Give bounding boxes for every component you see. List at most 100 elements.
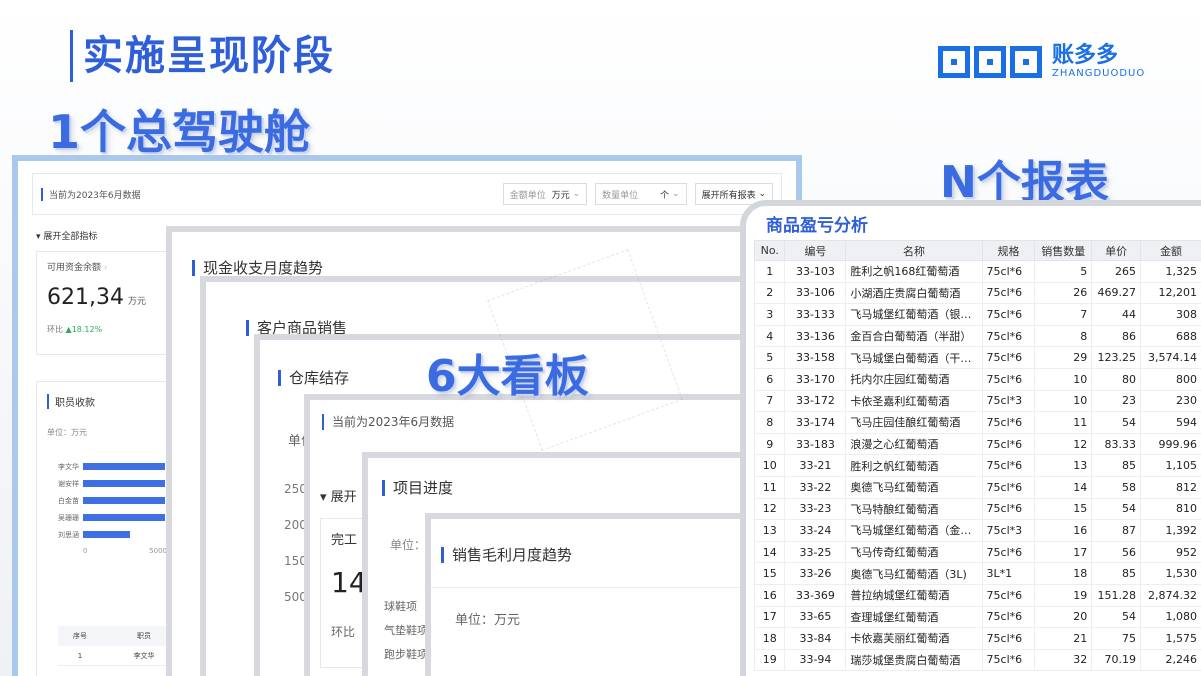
table-cell: 飞马城堡白葡萄酒（干… xyxy=(845,346,983,369)
table-row[interactable]: 19 33-94 瑞莎城堡贵腐白葡萄酒 75cl*6 32 70.19 2,246 xyxy=(753,648,1201,672)
table-cell: 33-21 xyxy=(784,454,847,477)
table-cell: 33-25 xyxy=(784,540,847,564)
table-row[interactable]: 3 33-133 飞马城堡红葡萄酒（银… 75cl*6 7 44 308 xyxy=(753,303,1201,326)
table-row[interactable]: 7 33-172 卡依圣嘉利红葡萄酒 75cl*3 10 23 230 xyxy=(753,389,1201,413)
table-cell: 金百合白葡萄酒（半甜） xyxy=(845,324,983,348)
table-cell: 33-133 xyxy=(784,303,847,326)
table-row[interactable]: 10 33-21 胜利之帆红葡萄酒 75cl*6 13 85 1,105 xyxy=(753,454,1201,477)
table-row[interactable]: 6 33-170 托内尔庄园红葡萄酒 75cl*6 10 80 800 xyxy=(753,367,1201,391)
table-cell: 查理城堡红葡萄酒 xyxy=(845,605,983,629)
board-title: 销售毛利月度趋势 xyxy=(441,547,572,563)
table-cell: 5 xyxy=(1034,260,1093,283)
table-cell: 87 xyxy=(1091,519,1141,542)
employee-receipts-unit: 单位：万元 xyxy=(47,428,87,437)
bar[interactable] xyxy=(83,514,165,521)
table-row[interactable]: 8 33-174 飞马庄园佳酿红葡萄酒 75cl*6 11 54 594 xyxy=(753,411,1201,434)
table-cell: 2,246 xyxy=(1140,648,1201,672)
table-cell: 151.28 xyxy=(1091,583,1141,607)
column-header[interactable]: No. xyxy=(753,240,786,261)
table-cell: 奥德飞马红葡萄酒 xyxy=(845,475,983,499)
table-row[interactable]: 4 33-136 金百合白葡萄酒（半甜） 75cl*6 8 86 688 xyxy=(753,324,1201,348)
column-header[interactable]: 销售数量 xyxy=(1034,240,1093,261)
table-row[interactable]: 15 33-26 奥德飞马红葡萄酒（3L) 3L*1 18 85 1,530 xyxy=(753,562,1201,585)
table-cell: 75cl*6 xyxy=(981,454,1036,477)
bar[interactable] xyxy=(83,463,165,470)
table-cell: 594 xyxy=(1140,411,1201,434)
fund-balance-card[interactable]: 可用资金余额 › 621,34 万元 环比 ▲18.12% xyxy=(36,251,186,355)
table-cell: 9 xyxy=(753,432,786,456)
column-header[interactable]: 名称 xyxy=(845,240,983,261)
cockpit-label: 1个总驾驶舱 xyxy=(48,105,311,159)
column-header[interactable]: 单价 xyxy=(1091,240,1141,261)
expand-toggle[interactable]: ▾ 展开 xyxy=(320,486,357,505)
slide-title: 实施呈现阶段 xyxy=(70,30,335,82)
table-row[interactable]: 18 33-84 卡依嘉芙丽红葡萄酒 75cl*6 21 75 1,575 xyxy=(753,627,1201,650)
bar[interactable] xyxy=(83,497,165,504)
table-row[interactable]: 1 33-103 胜利之帆168红葡萄酒 75cl*6 5 265 1,325 xyxy=(753,260,1201,283)
table-row[interactable]: 9 33-183 浪漫之心红葡萄酒 75cl*6 12 83.33 999.96 xyxy=(753,432,1201,456)
employee-bar-chart: 李文华 谢安祥 白金苗 吴珊珊 刘思涵 xyxy=(47,460,175,541)
table-cell: 29 xyxy=(1034,346,1093,369)
table-cell: 8 xyxy=(753,411,786,434)
table-row[interactable]: 14 33-25 飞马传奇红葡萄酒 75cl*6 17 56 952 xyxy=(753,540,1201,564)
table-cell: 瑞莎城堡贵腐白葡萄酒 xyxy=(845,648,983,672)
column-header[interactable]: 编号 xyxy=(784,240,847,261)
table-cell: 1,530 xyxy=(1140,562,1201,585)
column-header[interactable]: 规格 xyxy=(981,240,1036,261)
table-row[interactable]: 2 33-106 小湖酒庄贵腐白葡萄酒 75cl*6 26 469.27 12,201 xyxy=(753,281,1201,305)
table-cell: 469.27 xyxy=(1091,281,1141,305)
table-cell: 23 xyxy=(1091,389,1141,413)
table-cell: 10 xyxy=(753,454,786,477)
bar-label: 白金苗 xyxy=(58,496,79,505)
table-cell: 1,080 xyxy=(1140,605,1201,629)
table-cell: 33-84 xyxy=(784,627,847,650)
table-cell: 10 xyxy=(1034,389,1093,413)
table-cell: 33-174 xyxy=(784,411,847,434)
table-cell: 11 xyxy=(753,475,786,499)
report-panel: 商品盈亏分析 No. 编号 名称 规格 销售数量 单价 金额 1 33-103 胜利之帆168红… xyxy=(740,200,1201,676)
table-row[interactable]: 13 33-24 飞马城堡红葡萄酒（金… 75cl*3 16 87 1,392 xyxy=(753,519,1201,542)
table-cell: 13 xyxy=(753,519,786,542)
fund-balance-value: 621,34 xyxy=(47,285,124,310)
bar-label: 刘思涵 xyxy=(58,530,79,539)
table-row[interactable]: 5 33-158 飞马城堡白葡萄酒（干… 75cl*6 29 123.25 3,574.14 xyxy=(753,346,1201,369)
table-cell: 33-369 xyxy=(784,583,847,607)
table-cell: 32 xyxy=(1034,648,1093,672)
table-cell: 托内尔庄园红葡萄酒 xyxy=(845,367,983,391)
board-title: 项目进度 xyxy=(382,480,453,496)
table-cell: 飞马传奇红葡萄酒 xyxy=(845,540,983,564)
table-row[interactable]: 16 33-369 普拉纳城堡红葡萄酒 75cl*6 19 151.28 2,874.32 xyxy=(753,583,1201,607)
chevron-right-icon: › xyxy=(101,263,108,273)
amount-unit-select[interactable]: 金额单位 万元 ⌄ xyxy=(502,183,588,205)
table-cell: 6 xyxy=(753,367,786,391)
bar-label: 谢安祥 xyxy=(58,479,79,488)
bar-label: 吴珊珊 xyxy=(58,513,79,522)
table-cell: 33-106 xyxy=(784,281,847,305)
boards-label: 6大看板 xyxy=(426,351,589,402)
employee-receipts-title: 职员收款 xyxy=(47,394,175,409)
table-cell: 83.33 xyxy=(1091,432,1141,456)
brand-logo: 账多多 ZHANGDUODUO xyxy=(938,44,1145,79)
table-row[interactable]: 11 33-22 奥德飞马红葡萄酒 75cl*6 14 58 812 xyxy=(753,475,1201,499)
table-cell: 75cl*6 xyxy=(981,648,1036,672)
bar[interactable] xyxy=(83,480,165,487)
table-cell: 80 xyxy=(1091,367,1141,391)
table-cell: 11 xyxy=(1034,411,1093,434)
table-cell: 810 xyxy=(1140,497,1201,521)
expand-metrics-toggle[interactable]: ▾ 展开全部指标 xyxy=(36,229,97,242)
table-row[interactable]: 17 33-65 查理城堡红葡萄酒 75cl*6 20 54 1,080 xyxy=(753,605,1201,629)
table-cell: 胜利之帆168红葡萄酒 xyxy=(845,260,983,283)
table-row[interactable]: 12 33-23 飞马特酿红葡萄酒 75cl*6 15 54 810 xyxy=(753,497,1201,521)
qty-unit-select[interactable]: 数量单位 个 ⌄ xyxy=(595,183,687,205)
table-cell: 33-22 xyxy=(784,475,847,499)
table-cell: 1,325 xyxy=(1140,260,1201,283)
bar-row: 吴珊珊 xyxy=(47,511,175,524)
table-cell: 8 xyxy=(1034,324,1093,348)
logo-mark-icon xyxy=(938,45,1042,78)
column-header[interactable]: 金额 xyxy=(1140,240,1201,261)
table-cell: 1,575 xyxy=(1140,627,1201,650)
table-cell: 308 xyxy=(1140,303,1201,326)
table-cell: 70.19 xyxy=(1091,648,1141,672)
table-cell: 2,874.32 xyxy=(1140,583,1201,607)
bar[interactable] xyxy=(83,531,130,538)
